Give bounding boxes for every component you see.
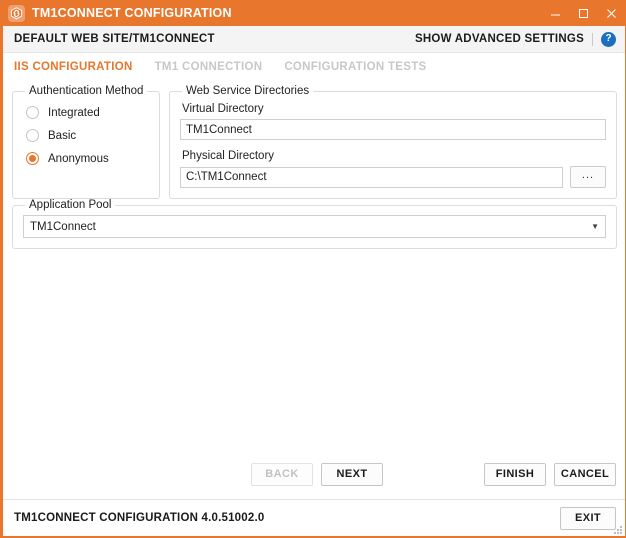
chain-link-icon (8, 4, 25, 22)
web-service-directories-legend: Web Service Directories (186, 85, 310, 97)
chevron-down-icon: ▼ (591, 221, 599, 231)
radio-integrated[interactable]: Integrated (23, 101, 149, 124)
back-button[interactable]: BACK (251, 462, 313, 486)
cancel-button[interactable]: CANCEL (554, 462, 616, 486)
wizard-button-bar: BACK NEXT FINISH CANCEL (3, 449, 625, 499)
tab-tm1-connection[interactable]: TM1 CONNECTION (155, 61, 263, 73)
status-text: TM1CONNECT CONFIGURATION 4.0.51002.0 (14, 512, 265, 524)
virtual-directory-input[interactable]: TM1Connect (180, 119, 606, 140)
finish-button[interactable]: FINISH (484, 462, 546, 486)
radio-basic-label: Basic (48, 129, 77, 142)
field-spacer (180, 140, 606, 148)
radio-anonymous[interactable]: Anonymous (23, 147, 149, 170)
tab-configuration-tests[interactable]: CONFIGURATION TESTS (284, 61, 426, 73)
web-service-directories-group: Web Service Directories Virtual Director… (169, 85, 617, 199)
action-buttons: FINISH CANCEL (484, 462, 616, 486)
next-button[interactable]: NEXT (321, 462, 383, 486)
subbar-actions: SHOW ADVANCED SETTINGS ? (415, 31, 616, 47)
application-pool-legend: Application Pool (29, 199, 112, 211)
application-pool-selected-value: TM1Connect (30, 220, 96, 233)
radio-anonymous-label: Anonymous (48, 152, 109, 165)
subbar-divider (592, 32, 593, 46)
main-content: Authentication Method Integrated Basic A… (3, 81, 625, 499)
application-window: TM1CONNECT CONFIGURATION DEFAULT WEB SIT… (0, 0, 626, 538)
status-bar: TM1CONNECT CONFIGURATION 4.0.51002.0 EXI… (3, 499, 625, 536)
top-row: Authentication Method Integrated Basic A… (12, 85, 617, 199)
radio-integrated-mark (26, 106, 39, 119)
title-bar: TM1CONNECT CONFIGURATION (3, 0, 625, 26)
resize-grip[interactable] (612, 524, 622, 534)
window-controls (541, 0, 625, 26)
physical-directory-row: C:\TM1Connect ... (180, 166, 606, 188)
physical-directory-label: Physical Directory (182, 150, 275, 162)
browse-button[interactable]: ... (570, 166, 606, 188)
radio-anonymous-mark (26, 152, 39, 165)
breadcrumb-bar: DEFAULT WEB SITE/TM1CONNECT SHOW ADVANCE… (3, 26, 625, 53)
close-icon[interactable] (597, 0, 625, 26)
virtual-directory-label: Virtual Directory (182, 103, 264, 115)
minimize-icon[interactable] (541, 0, 569, 26)
tab-bar: IIS CONFIGURATION TM1 CONNECTION CONFIGU… (3, 53, 625, 81)
physical-directory-input[interactable]: C:\TM1Connect (180, 166, 563, 188)
application-pool-select[interactable]: TM1Connect ▼ (23, 215, 606, 238)
exit-button[interactable]: EXIT (560, 506, 616, 530)
maximize-icon[interactable] (569, 0, 597, 26)
radio-basic-mark (26, 129, 39, 142)
window-title: TM1CONNECT CONFIGURATION (32, 6, 232, 20)
authentication-method-legend: Authentication Method (29, 85, 144, 97)
question-mark-icon[interactable]: ? (601, 31, 616, 47)
authentication-method-group: Authentication Method Integrated Basic A… (12, 85, 160, 199)
show-advanced-settings-link[interactable]: SHOW ADVANCED SETTINGS (415, 33, 584, 45)
breadcrumb: DEFAULT WEB SITE/TM1CONNECT (14, 33, 215, 45)
navigation-buttons: BACK NEXT (251, 462, 383, 486)
radio-basic[interactable]: Basic (23, 124, 149, 147)
radio-integrated-label: Integrated (48, 106, 100, 119)
application-pool-group: Application Pool TM1Connect ▼ (12, 199, 617, 249)
tab-iis-configuration[interactable]: IIS CONFIGURATION (14, 61, 133, 73)
